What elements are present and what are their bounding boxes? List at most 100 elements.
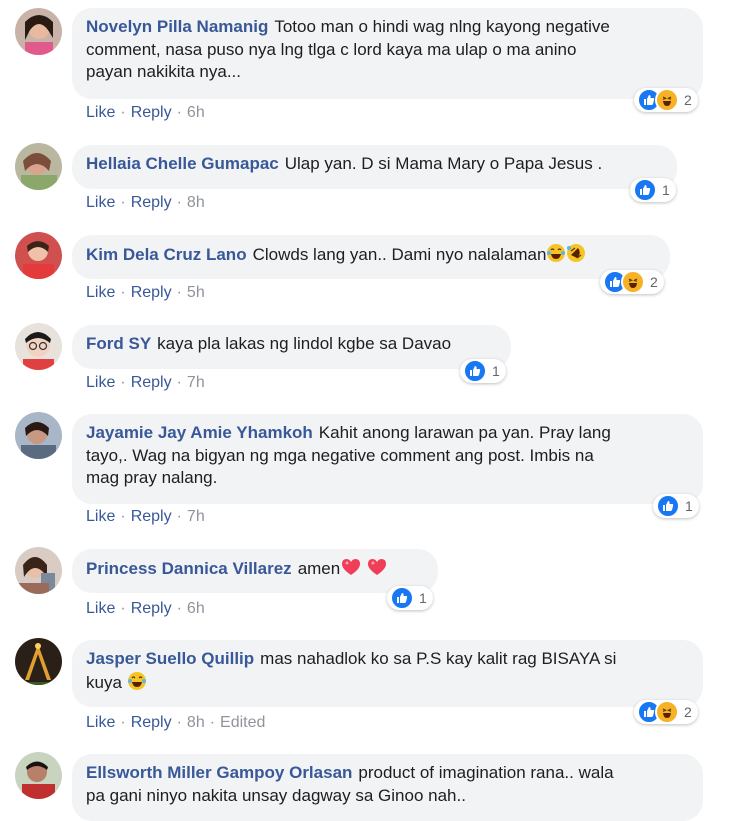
avatar[interactable] xyxy=(15,412,62,459)
rolling-laughing-emoji xyxy=(566,243,586,270)
timestamp[interactable]: 7h xyxy=(187,508,205,526)
like-button[interactable]: Like xyxy=(86,714,115,732)
comment-actions: Like · Reply · 8h xyxy=(86,194,205,212)
comment-author[interactable]: Novelyn Pilla Namanig xyxy=(86,17,268,36)
separator: · xyxy=(176,284,182,301)
separator: · xyxy=(120,374,126,391)
separator: · xyxy=(120,508,126,525)
comment-actions: Like · Reply · 7h xyxy=(86,508,205,526)
comment-bubble: Jayamie Jay Amie Yhamkoh Kahit anong lara… xyxy=(72,414,703,504)
separator: · xyxy=(176,104,182,121)
avatar[interactable] xyxy=(15,8,62,55)
reaction-count: 1 xyxy=(662,182,670,198)
reaction-count: 1 xyxy=(492,363,500,379)
timestamp[interactable]: 6h xyxy=(187,104,205,122)
separator: · xyxy=(120,194,126,211)
like-button[interactable]: Like xyxy=(86,284,115,302)
reactions-badge[interactable]: 2 xyxy=(634,88,698,112)
comment-bubble: Jasper Suello Quillip mas nahadlok ko sa … xyxy=(72,640,703,707)
like-icon xyxy=(463,359,487,383)
comment-author[interactable]: Princess Dannica Villarez xyxy=(86,559,292,578)
reply-button[interactable]: Reply xyxy=(131,600,172,618)
comment-text: payan nakikita nya... xyxy=(86,62,241,81)
reply-button[interactable]: Reply xyxy=(131,374,172,392)
reactions-badge[interactable]: 1 xyxy=(387,586,433,610)
separator: · xyxy=(176,600,182,617)
heart-emoji xyxy=(366,557,388,584)
comment-text: kaya pla lakas ng lindol kgbe sa Davao xyxy=(157,334,452,353)
haha-icon xyxy=(621,270,645,294)
haha-icon xyxy=(655,88,679,112)
separator: · xyxy=(176,714,182,731)
timestamp[interactable]: 7h xyxy=(187,374,205,392)
heart-emoji xyxy=(340,557,362,584)
separator: · xyxy=(176,508,182,525)
reply-button[interactable]: Reply xyxy=(131,284,172,302)
comment-actions: Like · Reply · 7h xyxy=(86,374,205,392)
comment-text: comment, nasa puso nya lng tlga c lord k… xyxy=(86,39,577,59)
comment-bubble: Kim Dela Cruz Lano Clowds lang yan.. Dami… xyxy=(72,235,670,279)
like-button[interactable]: Like xyxy=(86,104,115,122)
comment-author[interactable]: Kim Dela Cruz Lano xyxy=(86,245,247,264)
avatar[interactable] xyxy=(15,752,62,799)
like-icon xyxy=(390,586,414,610)
comment-text: Ulap yan. D si Mama Mary o Papa Jesus . xyxy=(284,154,603,173)
separator: · xyxy=(120,600,126,617)
like-button[interactable]: Like xyxy=(86,508,115,526)
reaction-count: 2 xyxy=(650,274,658,290)
like-button[interactable]: Like xyxy=(86,600,115,618)
haha-icon xyxy=(655,700,679,724)
comment-text: Totoo man o hindi wag nlng kayong negati… xyxy=(274,17,610,36)
like-button[interactable]: Like xyxy=(86,374,115,392)
comment-author[interactable]: Hellaia Chelle Gumapac xyxy=(86,154,279,173)
comment-text: kuya xyxy=(86,672,122,692)
reactions-badge[interactable]: 2 xyxy=(634,700,698,724)
separator: · xyxy=(120,284,126,301)
reactions-badge[interactable]: 1 xyxy=(460,359,506,383)
reactions-badge[interactable]: 1 xyxy=(630,178,676,202)
comment-actions: Like · Reply · 5h xyxy=(86,284,205,302)
avatar[interactable] xyxy=(15,323,62,370)
reaction-count: 1 xyxy=(419,590,427,606)
avatar[interactable] xyxy=(15,638,62,685)
separator: · xyxy=(176,194,182,211)
comment-author[interactable]: Ellsworth Miller Gampoy Orlasan xyxy=(86,763,352,782)
reply-button[interactable]: Reply xyxy=(131,194,172,212)
separator: · xyxy=(120,104,126,121)
comment-bubble: Novelyn Pilla Namanig Totoo man o hindi w… xyxy=(72,8,703,99)
comment-author[interactable]: Jayamie Jay Amie Yhamkoh xyxy=(86,423,313,442)
comment-actions: Like · Reply · 6h xyxy=(86,600,205,618)
comment-text: mas nahadlok ko sa P.S kay kalit rag BIS… xyxy=(260,649,617,668)
comment-actions: Like · Reply · 6h xyxy=(86,104,205,122)
like-button[interactable]: Like xyxy=(86,194,115,212)
reaction-count: 1 xyxy=(685,498,693,514)
tears-of-joy-emoji xyxy=(127,671,147,698)
reply-button[interactable]: Reply xyxy=(131,104,172,122)
tears-of-joy-emoji xyxy=(546,243,566,270)
avatar[interactable] xyxy=(15,232,62,279)
comment-bubble: Hellaia Chelle Gumapac Ulap yan. D si Mam… xyxy=(72,145,677,189)
separator: · xyxy=(176,374,182,391)
timestamp[interactable]: 6h xyxy=(187,600,205,618)
edited-label[interactable]: Edited xyxy=(220,714,265,732)
reaction-count: 2 xyxy=(684,92,692,108)
comment-author[interactable]: Ford SY xyxy=(86,334,151,353)
reply-button[interactable]: Reply xyxy=(131,714,172,732)
comment-bubble: Ford SY kaya pla lakas ng lindol kgbe sa … xyxy=(72,325,511,369)
timestamp[interactable]: 5h xyxy=(187,284,205,302)
timestamp[interactable]: 8h xyxy=(187,714,205,732)
avatar[interactable] xyxy=(15,143,62,190)
reactions-badge[interactable]: 2 xyxy=(600,270,664,294)
comment-text: Clowds lang yan.. Dami nyo nalalaman xyxy=(252,245,547,264)
avatar[interactable] xyxy=(15,547,62,594)
reaction-count: 2 xyxy=(684,704,692,720)
timestamp[interactable]: 8h xyxy=(187,194,205,212)
comment-text: Kahit anong larawan pa yan. Pray lang xyxy=(318,423,611,442)
comment-actions: Like · Reply · 8h · Edited xyxy=(86,714,265,732)
comment-text: product of imagination rana.. wala xyxy=(358,763,614,782)
comment-text: mag pray nalang. xyxy=(86,468,218,487)
reply-button[interactable]: Reply xyxy=(131,508,172,526)
separator: · xyxy=(209,714,216,731)
comment-author[interactable]: Jasper Suello Quillip xyxy=(86,649,254,668)
reactions-badge[interactable]: 1 xyxy=(653,494,699,518)
